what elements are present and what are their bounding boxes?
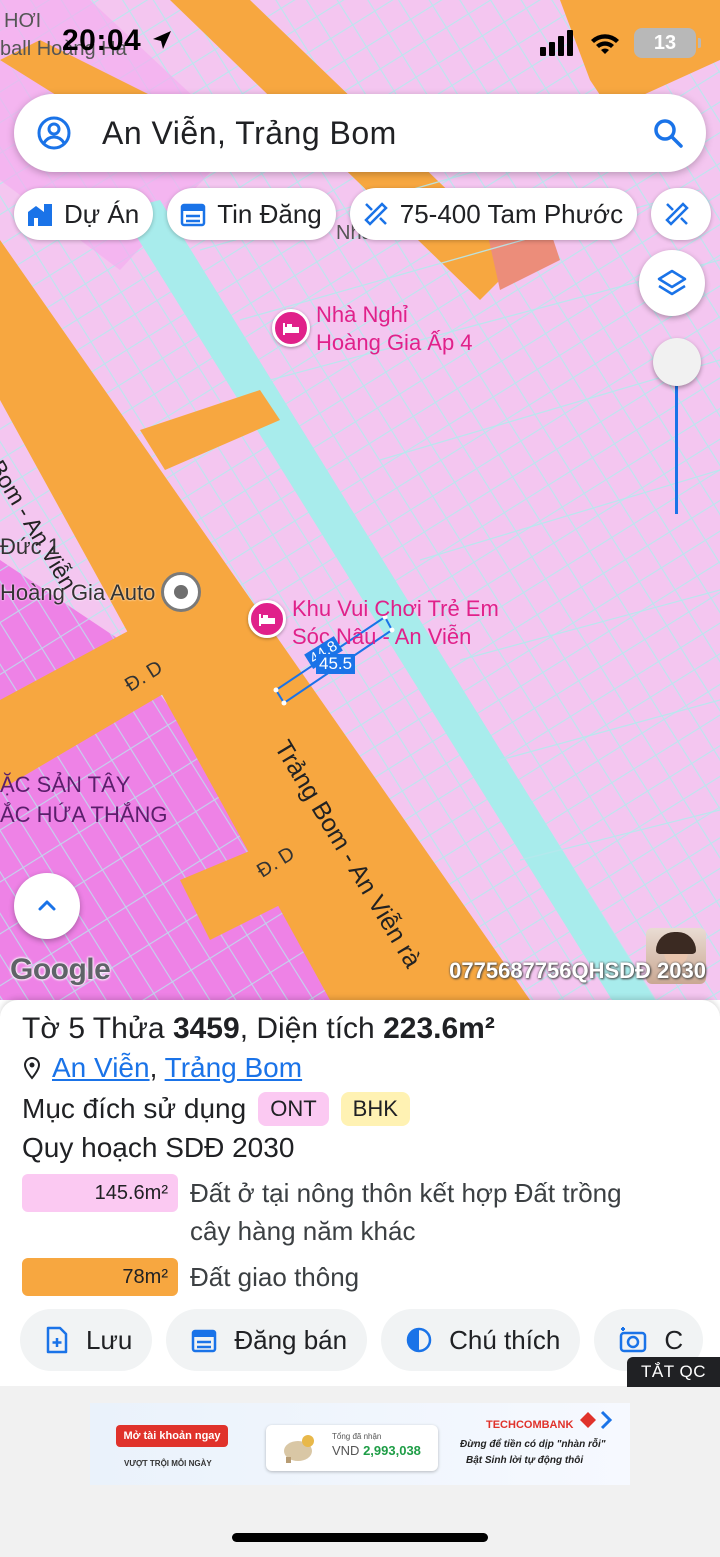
location-pin-icon [23, 1056, 41, 1080]
parcel-area-value: 223.6m² [383, 1012, 495, 1045]
save-button-label: Lưu [86, 1324, 133, 1355]
person-circle-icon[interactable] [36, 115, 72, 151]
half-circle-icon [406, 1327, 432, 1353]
ad-card-currency: VND [332, 1443, 360, 1458]
zone-area-traffic: 78m² [22, 1258, 178, 1296]
ad-cta-button[interactable]: Mở tài khoản ngay [116, 1425, 228, 1447]
ad-card-label: Tổng đã nhận [332, 1432, 382, 1441]
chip-tin-dang[interactable]: Tin Đăng [167, 188, 336, 240]
chip-more[interactable] [651, 188, 712, 240]
filter-chips: Dự Án Tin Đăng 75-400 Tam Phước [14, 188, 712, 240]
map-watermark: 0775687756QHSDĐ 2030 [449, 958, 706, 983]
save-doc-icon [46, 1326, 68, 1354]
search-bar[interactable]: An Viễn, Trảng Bom [14, 94, 706, 172]
building-icon [28, 204, 52, 226]
techcombank-logo-icon [580, 1410, 613, 1430]
zone-description-residential: Đất ở tại nông thôn kết hợp Đất trồng câ… [190, 1174, 622, 1250]
wifi-icon [591, 34, 619, 54]
location-separator: , [149, 1052, 158, 1083]
ad-card-amount-value: 2,993,038 [363, 1443, 421, 1458]
parcel-sheet-label: Tờ 5 Thửa [22, 1012, 173, 1045]
post-sale-button[interactable]: Đăng bán [166, 1309, 368, 1371]
legend-button-label: Chú thích [449, 1324, 561, 1355]
zone-row-residential: 145.6m² Đất ở tại nông thôn kết hợp Đất … [22, 1174, 622, 1250]
calendar-list-icon [192, 1329, 217, 1353]
zone-description-line-2: cây hàng năm khác [190, 1216, 416, 1246]
close-ad-button[interactable]: TẮT QC [626, 1357, 720, 1387]
map-label-nha-nghi-2[interactable]: Hoàng Gia Ấp 4 [316, 330, 473, 356]
parcel-title: Tờ 5 Thửa 3459, Diện tích 223.6m² [22, 1012, 495, 1046]
google-logo: Google [10, 953, 111, 986]
district-link[interactable]: Trảng Bom [165, 1052, 302, 1083]
chip-tam-phuoc[interactable]: 75-400 Tam Phước [349, 188, 638, 240]
map-label-nha-nghi-1[interactable]: Nhà Nghỉ [316, 302, 408, 328]
battery-indicator: 13 [634, 28, 701, 58]
camera-icon [620, 1327, 647, 1353]
action-buttons: Lưu Đăng bán Chú thích C [20, 1309, 704, 1371]
parcel-location: An Viễn, Trảng Bom [22, 1052, 302, 1084]
ward-link[interactable]: An Viễn [52, 1052, 150, 1083]
map-corner-label-1: HƠI [4, 10, 42, 32]
zone-area-residential: 145.6m² [22, 1174, 178, 1212]
map-label-dac-san-1: ẶC SẢN TÂY [0, 772, 131, 797]
land-purpose: Mục đích sử dụng ONT BHK [22, 1092, 410, 1126]
save-button[interactable]: Lưu [20, 1309, 153, 1371]
ad-subtext: VƯỢT TRỘI MỖI NGÀY [124, 1459, 212, 1468]
dimension-label-long: 45.5 [316, 654, 356, 674]
location-arrow-icon [153, 31, 172, 49]
ad-tagline-1: Đừng để tiền có dịp "nhàn rỗi" [460, 1439, 606, 1450]
place-pin-icon[interactable] [161, 572, 201, 612]
piggy-icon [284, 1435, 314, 1463]
purpose-tag-ont: ONT [258, 1092, 329, 1126]
land-purpose-label: Mục đích sử dụng [22, 1093, 247, 1124]
hotel-pin-icon[interactable] [272, 309, 310, 347]
ad-tagline-2: Bật Sinh lời tự động thôi [466, 1455, 584, 1466]
status-time: 20:04 [62, 24, 174, 58]
layers-icon [657, 269, 687, 296]
zone-row-traffic: 78m² Đất giao thông [22, 1258, 359, 1296]
ad-banner[interactable]: Mở tài khoản ngay VƯỢT TRỘI MỖI NGÀY Tổn… [90, 1403, 630, 1485]
search-icon[interactable] [652, 117, 684, 149]
opacity-slider-handle[interactable] [653, 338, 701, 386]
map-label-dac-san-2: ẮC HỨA THẮNG [0, 802, 168, 827]
zone-description-line-1: Đất ở tại nông thôn kết hợp Đất trồng [190, 1178, 622, 1208]
camera-button-label: C [664, 1324, 684, 1355]
map-label-hoang-gia-auto[interactable]: Hoàng Gia Auto [0, 580, 155, 606]
legend-button[interactable]: Chú thích [381, 1309, 581, 1371]
post-sale-button-label: Đăng bán [234, 1324, 348, 1355]
parcel-area-label: , Diện tích [239, 1012, 384, 1045]
chip-du-an[interactable]: Dự Án [14, 188, 154, 240]
chip-label: 75-400 Tam Phước [399, 198, 624, 229]
ad-balance-card: Tổng đã nhận VND 2,993,038 [266, 1425, 438, 1471]
ruler-pencil-icon [665, 202, 689, 226]
chip-label: Dự Án [64, 198, 140, 229]
map-view[interactable]: HƠI ball Hoàng Hà ng Bom - An Viễn Trảng… [0, 0, 720, 1000]
ad-bank-name: TECHCOMBANK [486, 1419, 574, 1431]
parcel-number: 3459 [172, 1012, 240, 1045]
layers-button[interactable] [639, 250, 705, 316]
map-label-duc: Đức 1 [0, 534, 60, 559]
playground-pin-icon[interactable] [248, 600, 286, 638]
map-label-khu-vui-choi-1[interactable]: Khu Vui Chơi Trẻ Em [292, 596, 499, 622]
plan-title: Quy hoạch SDĐ 2030 [22, 1132, 295, 1163]
search-input[interactable]: An Viễn, Trảng Bom [102, 115, 652, 152]
status-indicators: 13 [540, 28, 701, 58]
chevron-up-icon [38, 900, 56, 911]
calendar-icon [180, 203, 206, 227]
signal-icon [540, 30, 573, 56]
chip-label: Tin Đăng [217, 198, 322, 229]
home-indicator[interactable] [232, 1533, 488, 1542]
parcel-info-sheet: Tờ 5 Thửa 3459, Diện tích 223.6m² An Viễ… [0, 1000, 720, 1386]
ad-card-amount: VND 2,993,038 [332, 1443, 421, 1458]
zone-description-traffic: Đất giao thông [190, 1262, 360, 1292]
expand-up-button[interactable] [14, 873, 80, 939]
purpose-tag-bhk: BHK [340, 1092, 410, 1126]
ruler-pencil-icon [363, 202, 388, 226]
